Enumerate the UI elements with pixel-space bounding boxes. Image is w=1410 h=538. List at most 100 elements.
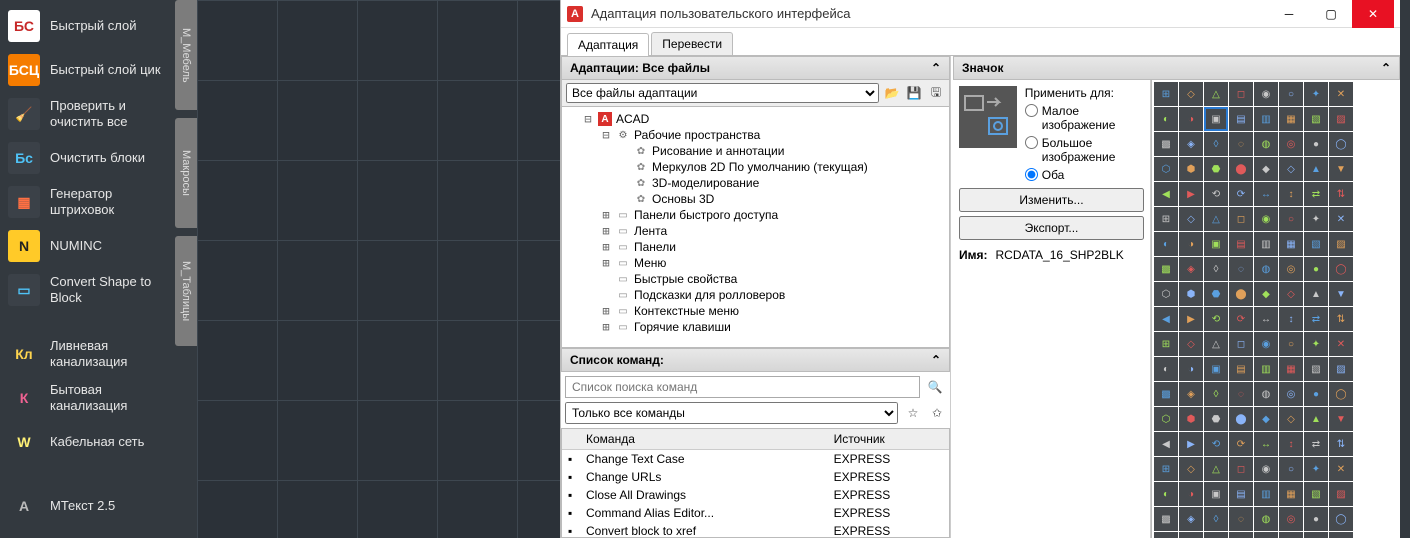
tree-item[interactable]: ▭Быстрые свойства [600, 271, 947, 287]
icon-cell[interactable]: ✕ [1329, 82, 1353, 106]
icon-cell[interactable]: ▤ [1229, 357, 1253, 381]
tree-item[interactable]: ⊞▭Горячие клавиши [600, 319, 947, 335]
vtab-macros[interactable]: Макросы [175, 118, 197, 228]
icon-cell[interactable]: ◐ [1154, 357, 1178, 381]
tree-item[interactable]: ✿Основы 3D [618, 191, 947, 207]
minimize-button[interactable]: ─ [1268, 0, 1310, 28]
icon-cell[interactable]: ⬤ [1229, 532, 1253, 538]
icon-cell[interactable]: △ [1204, 82, 1228, 106]
save-icon[interactable]: 💾 [905, 84, 923, 102]
export-button[interactable]: Экспорт... [959, 216, 1144, 240]
icon-cell[interactable]: ▩ [1154, 257, 1178, 281]
icon-cell[interactable]: ◀ [1154, 307, 1178, 331]
radio-large[interactable]: Большое изображение [1025, 136, 1144, 164]
palette-item[interactable]: ▭Convert Shape to Block [6, 268, 169, 312]
icon-cell[interactable]: ◇ [1179, 207, 1203, 231]
tab-adaptation[interactable]: Адаптация [567, 33, 649, 56]
icon-cell[interactable]: ◆ [1254, 532, 1278, 538]
icon-cell[interactable]: ◊ [1204, 257, 1228, 281]
icon-cell[interactable]: △ [1204, 332, 1228, 356]
palette-item[interactable]: БсОчистить блоки [6, 136, 169, 180]
icon-cell[interactable]: ◎ [1279, 257, 1303, 281]
icon-cell[interactable]: ◻ [1229, 82, 1253, 106]
tree-item[interactable]: ⊞▭Контекстные меню [600, 303, 947, 319]
icon-cell[interactable]: ⬡ [1154, 532, 1178, 538]
tree-item[interactable]: ⊟AACAD [582, 111, 947, 127]
icon-cell[interactable]: ⟳ [1229, 307, 1253, 331]
icon-cell[interactable]: ↔ [1254, 307, 1278, 331]
icon-cell[interactable]: ✕ [1329, 332, 1353, 356]
tree-item[interactable]: ✿3D-моделирование [618, 175, 947, 191]
icon-cell[interactable]: ▤ [1229, 232, 1253, 256]
icon-cell[interactable]: ▩ [1154, 132, 1178, 156]
icon-cell[interactable]: ⬡ [1154, 282, 1178, 306]
icon-cell[interactable]: ⬢ [1179, 282, 1203, 306]
icon-cell[interactable]: ◻ [1229, 207, 1253, 231]
tree-item[interactable]: ⊞▭Панели [600, 239, 947, 255]
icon-cell[interactable]: ▣ [1204, 107, 1228, 131]
maximize-button[interactable]: ▢ [1310, 0, 1352, 28]
palette-item[interactable]: 🧹Проверить и очистить все [6, 92, 169, 136]
icon-cell[interactable]: ◐ [1154, 107, 1178, 131]
icon-cell[interactable]: ⬡ [1154, 157, 1178, 181]
icon-cell[interactable]: ◎ [1279, 132, 1303, 156]
palette-item[interactable]: NNUMINC [6, 224, 169, 268]
icon-cell[interactable]: ○ [1279, 82, 1303, 106]
drawing-canvas[interactable] [197, 0, 560, 538]
icon-cell[interactable]: ▣ [1204, 232, 1228, 256]
icon-cell[interactable]: ✦ [1304, 82, 1328, 106]
icon-cell[interactable]: ◻ [1229, 332, 1253, 356]
tree-item[interactable]: ▭Подсказки для ролловеров [600, 287, 947, 303]
col-command[interactable]: Команда [580, 429, 828, 450]
icon-cell[interactable]: ◯ [1329, 257, 1353, 281]
icon-cell[interactable]: ⊞ [1154, 82, 1178, 106]
palette-item[interactable]: WКабельная сеть [6, 420, 169, 464]
collapse-icon[interactable]: ⌃ [931, 61, 941, 75]
star-icon[interactable]: ☆ [904, 404, 922, 422]
icon-cell[interactable]: ◻ [1229, 457, 1253, 481]
icon-cell[interactable]: ⇄ [1304, 182, 1328, 206]
expand-icon[interactable]: ⊞ [600, 320, 612, 334]
icon-cell[interactable]: ▲ [1304, 407, 1328, 431]
icon-cell[interactable]: ⇄ [1304, 307, 1328, 331]
icon-cell[interactable]: ◑ [1179, 107, 1203, 131]
collapse-icon[interactable]: ⌃ [931, 353, 941, 367]
icon-cell[interactable]: ● [1304, 382, 1328, 406]
icon-cell[interactable]: ▤ [1229, 107, 1253, 131]
icon-cell[interactable]: ⬣ [1204, 407, 1228, 431]
expand-icon[interactable]: ⊞ [600, 304, 612, 318]
expand-icon[interactable]: ⊞ [600, 224, 612, 238]
tree-item[interactable]: ✿Меркулов 2D По умолчанию (текущая) [618, 159, 947, 175]
icon-cell[interactable]: ▧ [1304, 357, 1328, 381]
expand-icon[interactable]: ⊟ [582, 112, 594, 126]
icon-cell[interactable]: ◊ [1204, 132, 1228, 156]
icon-cell[interactable]: ↕ [1279, 432, 1303, 456]
tree-item[interactable]: ⊟⚙Рабочие пространства [600, 127, 947, 143]
command-row[interactable]: ▪Close All DrawingsEXPRESS [562, 486, 949, 504]
icon-cell[interactable]: ▼ [1329, 157, 1353, 181]
icon-cell[interactable]: ⬤ [1229, 157, 1253, 181]
adaptation-file-select[interactable]: Все файлы адаптации [566, 83, 879, 103]
icon-cell[interactable]: ▧ [1304, 107, 1328, 131]
icon-cell[interactable]: ▧ [1304, 232, 1328, 256]
tree-item[interactable]: ⊞▭Меню [600, 255, 947, 271]
icon-cell[interactable]: ◊ [1204, 507, 1228, 531]
icon-cell[interactable]: ▶ [1179, 432, 1203, 456]
icon-cell[interactable]: ◆ [1254, 157, 1278, 181]
icon-cell[interactable]: ⬣ [1204, 532, 1228, 538]
icon-cell[interactable]: ↔ [1254, 182, 1278, 206]
icon-cell[interactable]: ◐ [1154, 232, 1178, 256]
cui-tree[interactable]: ⊟AACAD⊟⚙Рабочие пространства✿Рисование и… [561, 107, 950, 348]
command-row[interactable]: ▪Change Text CaseEXPRESS [562, 450, 949, 469]
command-filter-select[interactable]: Только все команды [565, 402, 898, 424]
icon-cell[interactable]: ◀ [1154, 182, 1178, 206]
close-button[interactable]: ✕ [1352, 0, 1394, 28]
icon-cell[interactable]: ○ [1279, 332, 1303, 356]
icon-cell[interactable]: ▲ [1304, 157, 1328, 181]
icon-cell[interactable]: ⟲ [1204, 307, 1228, 331]
icon-cell[interactable]: ✦ [1304, 332, 1328, 356]
icon-cell[interactable]: ◈ [1179, 382, 1203, 406]
palette-item[interactable]: КлЛивневая канализация [6, 332, 169, 376]
icon-cell[interactable]: ◌ [1229, 507, 1253, 531]
icon-cell[interactable]: ✦ [1304, 207, 1328, 231]
